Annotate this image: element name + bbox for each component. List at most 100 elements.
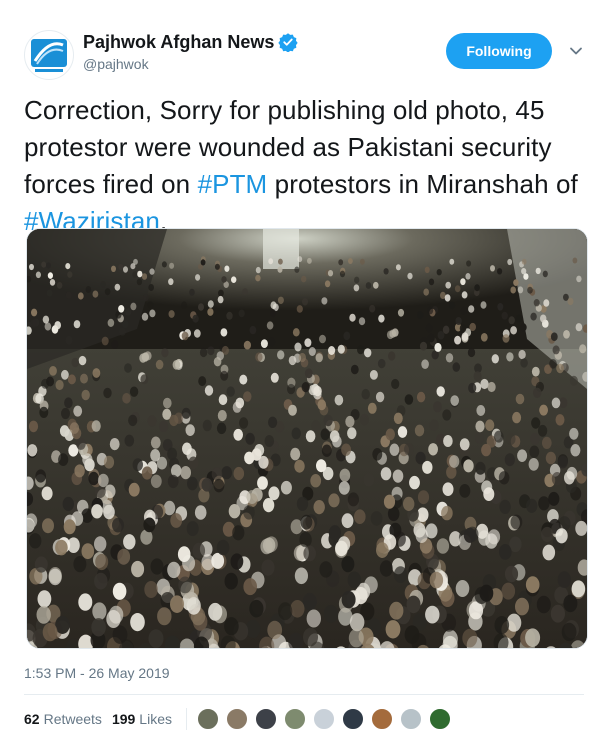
crowd-figure: [461, 291, 468, 299]
crowd-figure: [334, 394, 344, 406]
liker-avatar-2[interactable]: [225, 708, 248, 730]
crowd-figure: [186, 521, 199, 537]
crowd-figure: [77, 292, 84, 300]
crowd-figure: [504, 565, 519, 583]
crowd-figure: [538, 496, 550, 511]
crowd-figure: [306, 609, 321, 628]
crowd-figure: [367, 402, 377, 414]
crowd-figure: [468, 601, 484, 620]
retweets-count: 62: [24, 711, 40, 727]
crowd-figure: [515, 393, 525, 405]
crowd-figure: [42, 315, 50, 324]
crowd-figure: [315, 353, 323, 363]
liker-avatar-3[interactable]: [254, 708, 277, 730]
crowd-figure: [508, 316, 515, 325]
crowd-figure: [167, 561, 181, 579]
liker-avatar-7[interactable]: [370, 708, 393, 730]
crowd-figure: [261, 559, 275, 576]
crowd-figure: [130, 263, 136, 270]
crowd-figure: [233, 428, 243, 441]
tweet-timestamp[interactable]: 1:53 PM - 26 May 2019: [24, 665, 170, 681]
chevron-down-icon[interactable]: [567, 42, 585, 60]
crowd-figure: [185, 424, 195, 436]
crowd-figure: [46, 376, 55, 387]
liker-avatar-1[interactable]: [196, 708, 219, 730]
crowd-figure: [109, 438, 120, 451]
crowd-figure: [124, 363, 132, 373]
crowd-figure: [455, 317, 462, 325]
account-handle[interactable]: @pajhwok: [83, 56, 149, 72]
crowd-figure: [339, 270, 346, 278]
crowd-figure: [550, 604, 566, 623]
crowd-figure: [461, 332, 469, 341]
crowd-figure: [221, 466, 232, 480]
retweets-stat[interactable]: 62 Retweets: [24, 711, 102, 727]
crowd-figure: [85, 286, 92, 293]
liker-avatar-5[interactable]: [312, 708, 335, 730]
crowd-figure: [548, 491, 560, 506]
account-avatar[interactable]: [24, 30, 74, 80]
crowd-figure: [395, 264, 401, 271]
liker-avatar-6[interactable]: [341, 708, 364, 730]
crowd-figure: [258, 455, 269, 469]
crowd-figure: [249, 325, 257, 335]
crowd-figure: [537, 424, 548, 437]
crowd-figure: [55, 539, 68, 556]
crowd-figure: [114, 283, 121, 291]
crowd-figure: [245, 432, 255, 445]
crowd-figure: [535, 267, 541, 275]
crowd-figure: [187, 476, 198, 491]
stats-separator: [185, 708, 187, 730]
crowd-figure: [354, 509, 366, 524]
crowd-figure: [450, 395, 460, 406]
crowd-figure: [319, 334, 326, 344]
crowd-figure: [278, 258, 283, 265]
following-button[interactable]: Following: [446, 33, 552, 69]
crowd-figure: [69, 422, 80, 434]
crowd-figure: [569, 427, 579, 440]
liker-avatar-4[interactable]: [283, 708, 306, 730]
crowd-figure: [341, 590, 356, 609]
tweet-photo[interactable]: [26, 228, 588, 649]
tweet-text: Correction, Sorry for publishing old pho…: [24, 92, 584, 240]
liker-avatar-9[interactable]: [428, 708, 451, 730]
hashtag-link-ptm[interactable]: #PTM: [198, 169, 268, 199]
crowd-figure: [35, 469, 46, 483]
crowd-figure: [46, 289, 53, 297]
likes-stat[interactable]: 199 Likes: [112, 711, 172, 727]
crowd-figure: [543, 299, 550, 307]
crowd-figure: [302, 298, 308, 306]
display-name[interactable]: Pajhwok Afghan News: [83, 31, 274, 53]
crowd-figure: [81, 389, 90, 401]
crowd-figure: [112, 582, 127, 600]
liker-avatar-8[interactable]: [399, 708, 422, 730]
crowd-figure: [103, 387, 112, 399]
crowd-figure: [445, 353, 454, 363]
crowd-figure: [270, 309, 277, 318]
crowd-figure: [454, 335, 462, 345]
crowd-figure: [125, 308, 132, 316]
crowd-figure: [551, 472, 563, 486]
crowd-figure: [360, 258, 365, 265]
crowd-figure: [59, 425, 70, 437]
crowd-figure: [338, 259, 344, 266]
crowd-figure: [34, 556, 48, 573]
crowd-figure: [101, 336, 109, 346]
crowd-figure: [218, 289, 224, 297]
crowd-figure: [455, 580, 470, 597]
crowd-figure: [551, 397, 561, 409]
crowd-figure: [207, 308, 214, 316]
crowd-figure: [468, 382, 477, 394]
crowd-figure: [379, 560, 393, 577]
crowd-figure: [62, 496, 74, 512]
crowd-figure: [226, 386, 235, 397]
crowd-figure: [216, 422, 227, 435]
crowd-figure: [480, 378, 489, 390]
crowd-figure: [487, 381, 496, 393]
crowd-figure: [531, 366, 540, 377]
crowd-figure: [467, 347, 476, 358]
crowd-figure: [349, 313, 356, 322]
crowd-figure: [207, 300, 214, 308]
crowd-figure: [527, 286, 533, 294]
crowd-figure: [373, 281, 379, 289]
